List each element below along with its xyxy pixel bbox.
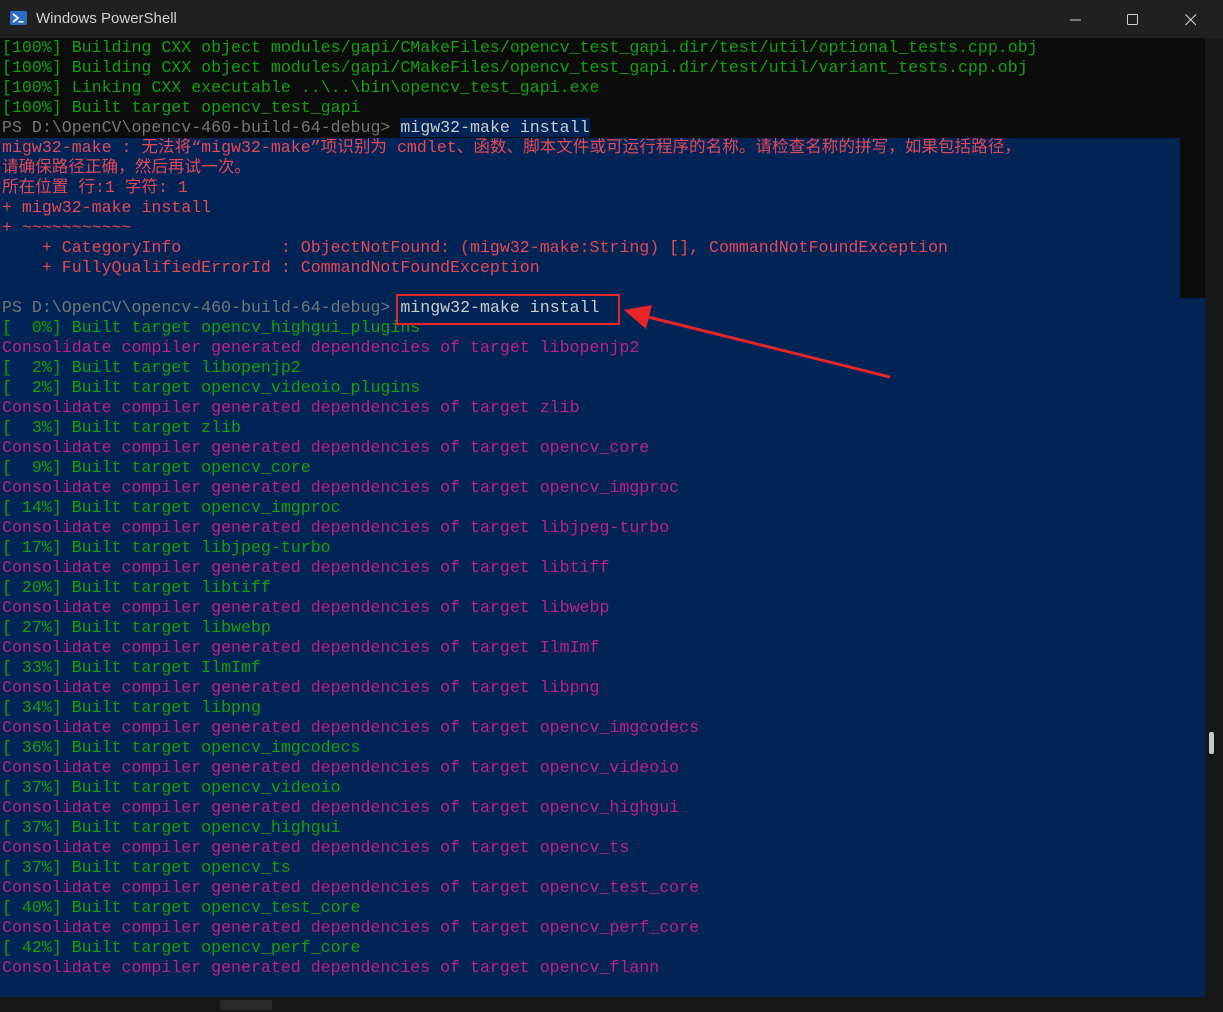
bottom-strip xyxy=(0,997,1205,1012)
vertical-scrollbar[interactable] xyxy=(1205,38,1223,1012)
scroll-thumb[interactable] xyxy=(1209,732,1214,754)
powershell-window: Windows PowerShell [100%] Building CXX o… xyxy=(0,0,1223,1012)
annotation-arrow xyxy=(624,305,891,379)
scroll-tab xyxy=(220,1000,272,1010)
